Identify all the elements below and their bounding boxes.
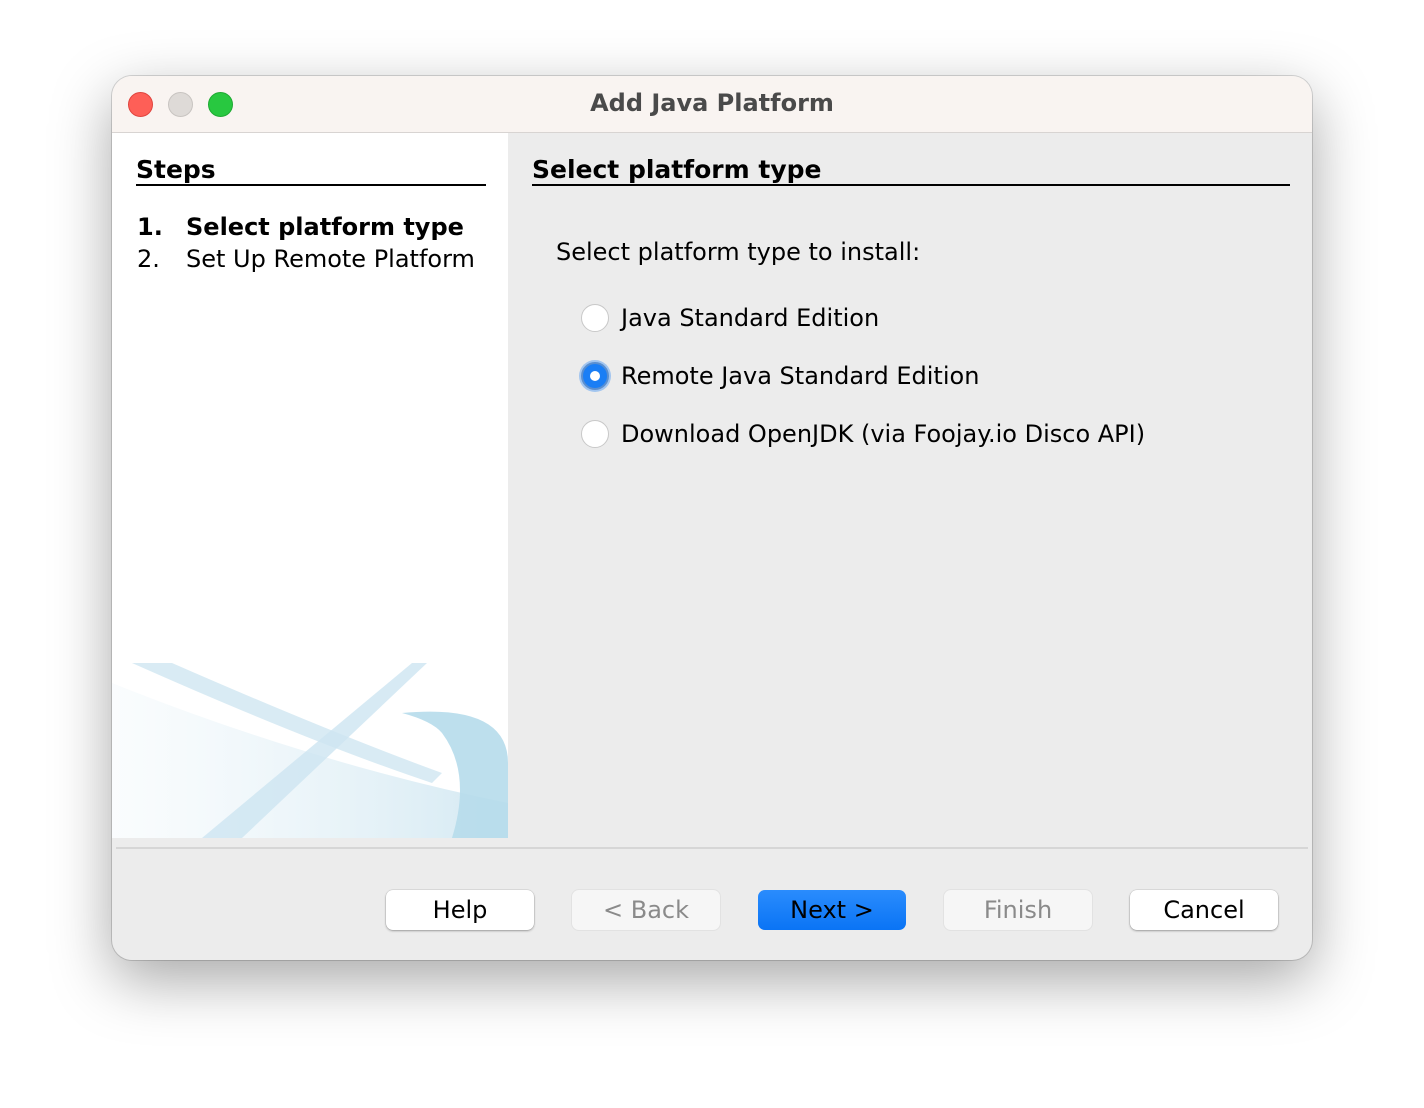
radio-checked-icon[interactable]: [581, 362, 609, 390]
back-button[interactable]: < Back: [572, 890, 720, 930]
window-title: Add Java Platform: [112, 89, 1312, 117]
step-2: 2.Set Up Remote Platform: [137, 245, 475, 273]
step-number: 1.: [137, 213, 186, 241]
divider: [116, 847, 1308, 849]
cancel-button[interactable]: Cancel: [1130, 890, 1278, 930]
step-label: Set Up Remote Platform: [186, 245, 475, 273]
platform-type-prompt: Select platform type to install:: [556, 238, 920, 266]
next-button[interactable]: Next >: [758, 890, 906, 930]
radio-unchecked-icon[interactable]: [581, 304, 609, 332]
decorative-swoosh-image: [112, 653, 508, 838]
radio-remote-java-standard-edition[interactable]: Remote Java Standard Edition: [581, 362, 979, 390]
step-number: 2.: [137, 245, 186, 273]
finish-button[interactable]: Finish: [944, 890, 1092, 930]
radio-label: Download OpenJDK (via Foojay.io Disco AP…: [621, 420, 1145, 448]
radio-java-standard-edition[interactable]: Java Standard Edition: [581, 304, 879, 332]
radio-unchecked-icon[interactable]: [581, 420, 609, 448]
steps-heading: Steps: [136, 155, 486, 186]
title-bar[interactable]: Add Java Platform: [112, 76, 1312, 133]
radio-label: Remote Java Standard Edition: [621, 362, 979, 390]
radio-download-openjdk[interactable]: Download OpenJDK (via Foojay.io Disco AP…: [581, 420, 1145, 448]
step-label: Select platform type: [186, 213, 464, 241]
page-heading: Select platform type: [532, 155, 1290, 186]
add-java-platform-dialog: Add Java Platform Steps 1.Select platfor…: [112, 76, 1312, 960]
step-1: 1.Select platform type: [137, 213, 464, 241]
steps-panel: Steps 1.Select platform type 2.Set Up Re…: [112, 133, 508, 838]
help-button[interactable]: Help: [386, 890, 534, 930]
radio-label: Java Standard Edition: [621, 304, 879, 332]
